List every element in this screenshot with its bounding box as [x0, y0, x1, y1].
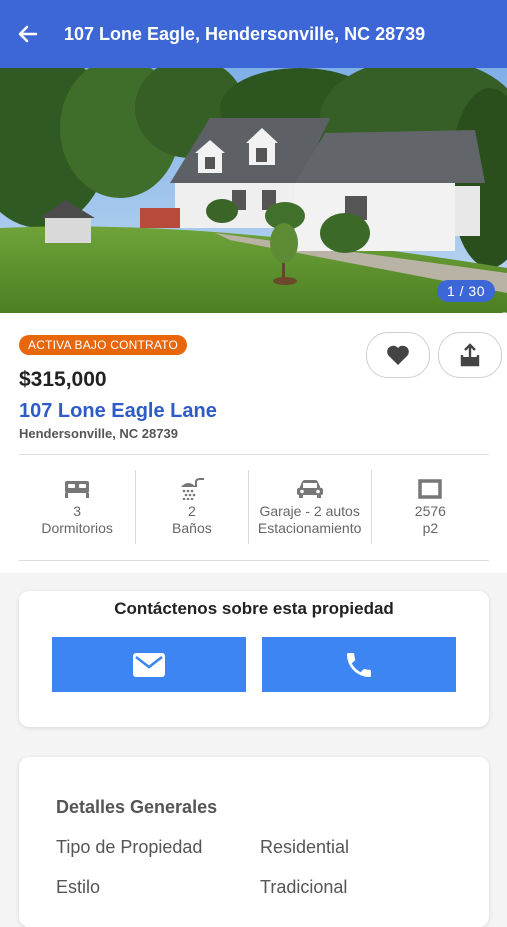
- details-title: Detalles Generales: [56, 797, 218, 817]
- listing-city: Hendersonville, NC 28739: [19, 426, 178, 441]
- feature-parking: Garaje - 2 autos Estacionamiento: [249, 470, 372, 544]
- features-row: 3 Dormitorios 2 Baños Garaje - 2 autos E…: [19, 470, 489, 544]
- contact-title: Contáctenos sobre esta propiedad: [114, 599, 394, 618]
- property-photo[interactable]: 1 / 30: [0, 68, 507, 313]
- feature-value: 3: [73, 503, 82, 519]
- heart-icon: [387, 345, 409, 365]
- feature-value: 2: [187, 503, 196, 519]
- email-button[interactable]: [52, 637, 246, 692]
- detail-value: Residential: [260, 837, 350, 857]
- car-icon: [296, 480, 323, 498]
- feature-bedrooms: 3 Dormitorios: [19, 470, 137, 544]
- feature-label: p2: [422, 520, 439, 536]
- shower-icon: [180, 478, 204, 500]
- phone-button[interactable]: [262, 637, 456, 692]
- feature-label: Dormitorios: [41, 520, 113, 536]
- square-icon: [418, 479, 443, 499]
- contact-card: Contáctenos sobre esta propiedad: [19, 591, 489, 727]
- feature-area: 2576 p2: [372, 470, 489, 544]
- phone-icon: [347, 652, 371, 677]
- share-icon: [460, 343, 480, 367]
- feature-value: Garaje - 2 autos: [259, 503, 360, 519]
- arrow-left-icon: [18, 25, 38, 43]
- feature-label: Estacionamiento: [257, 520, 362, 536]
- listing-price: $315,000: [19, 368, 107, 391]
- feature-label: Baños: [172, 520, 212, 536]
- details-card: Detalles Generales Tipo de Propiedad Res…: [19, 757, 489, 927]
- share-button[interactable]: [438, 332, 502, 378]
- detail-label: Tipo de Propiedad: [56, 837, 203, 857]
- app-bar: 107 Lone Eagle, Hendersonville, NC 28739: [0, 0, 507, 68]
- feature-value: 2576: [414, 503, 446, 519]
- bed-icon: [65, 481, 90, 498]
- divider: [19, 560, 489, 561]
- back-button[interactable]: [0, 0, 56, 68]
- photo-counter: 1 / 30: [436, 280, 495, 302]
- feature-bathrooms: 2 Baños: [136, 470, 249, 544]
- house-photo: [0, 68, 507, 313]
- detail-label: Estilo: [56, 877, 101, 897]
- detail-value: Tradicional: [260, 877, 348, 897]
- listing-street[interactable]: 107 Lone Eagle Lane: [19, 400, 217, 423]
- status-badge: ACTIVA BAJO CONTRATO: [19, 335, 188, 355]
- divider: [19, 454, 489, 455]
- favorite-button[interactable]: [366, 332, 430, 378]
- envelope-icon: [133, 652, 165, 677]
- page-title: 107 Lone Eagle, Hendersonville, NC 28739: [64, 23, 426, 44]
